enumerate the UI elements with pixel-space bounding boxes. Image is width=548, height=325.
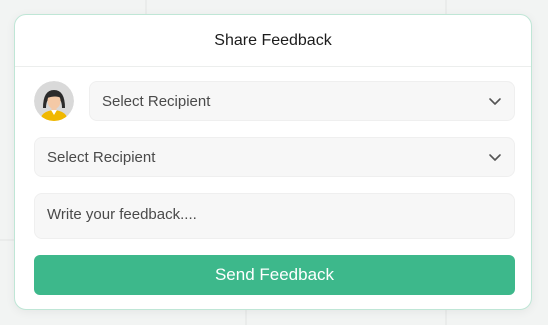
recipient-select-secondary-value: Select Recipient (47, 148, 156, 166)
dialog-title: Share Feedback (214, 31, 332, 49)
dialog-header: Share Feedback (15, 15, 531, 67)
send-feedback-button[interactable]: Send Feedback (34, 255, 515, 295)
feedback-dialog: Share Feedback Select Recipient Select R… (14, 14, 532, 310)
feedback-textarea[interactable]: Write your feedback.... (34, 193, 515, 239)
recipient-select-primary-value: Select Recipient (102, 92, 211, 110)
user-avatar-icon (34, 81, 74, 121)
recipient-select-primary[interactable]: Select Recipient (89, 81, 515, 121)
recipient-select-secondary[interactable]: Select Recipient (34, 137, 515, 177)
feedback-placeholder: Write your feedback.... (47, 206, 197, 223)
chevron-down-icon (488, 94, 502, 108)
chevron-down-icon (488, 150, 502, 164)
